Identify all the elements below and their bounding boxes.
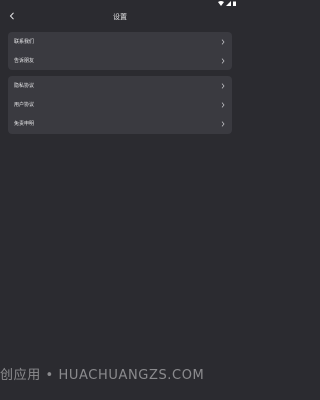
- signal-icon: [226, 0, 231, 6]
- settings-group-legal: 隐私协议 用户协议 免责申明: [8, 76, 232, 134]
- chevron-right-icon: [220, 120, 226, 127]
- settings-item-contact-us[interactable]: 联系我们: [8, 32, 232, 51]
- wifi-icon: [218, 0, 224, 6]
- settings-item-user-agreement[interactable]: 用户协议: [8, 95, 232, 114]
- chevron-right-icon: [220, 38, 226, 45]
- settings-item-label: 告诉朋友: [14, 58, 35, 64]
- settings-item-label: 联系我们: [14, 39, 35, 45]
- settings-item-privacy-policy[interactable]: 隐私协议: [8, 76, 232, 95]
- settings-item-label: 用户协议: [14, 102, 35, 108]
- chevron-right-icon: [220, 82, 226, 89]
- watermark-text: 创应用 • HUACHUANGZS.COM: [0, 368, 205, 383]
- settings-item-label: 隐私协议: [14, 83, 35, 89]
- settings-group-contact: 联系我们 告诉朋友: [8, 32, 232, 70]
- battery-icon: [233, 1, 236, 6]
- settings-item-disclaimer[interactable]: 免责申明: [8, 114, 232, 133]
- page-title: 设置: [113, 13, 127, 21]
- chevron-right-icon: [220, 101, 226, 108]
- settings-item-label: 免责申明: [14, 121, 35, 127]
- header: 设置: [0, 6, 240, 28]
- chevron-right-icon: [220, 57, 226, 64]
- settings-item-tell-friends[interactable]: 告诉朋友: [8, 51, 232, 70]
